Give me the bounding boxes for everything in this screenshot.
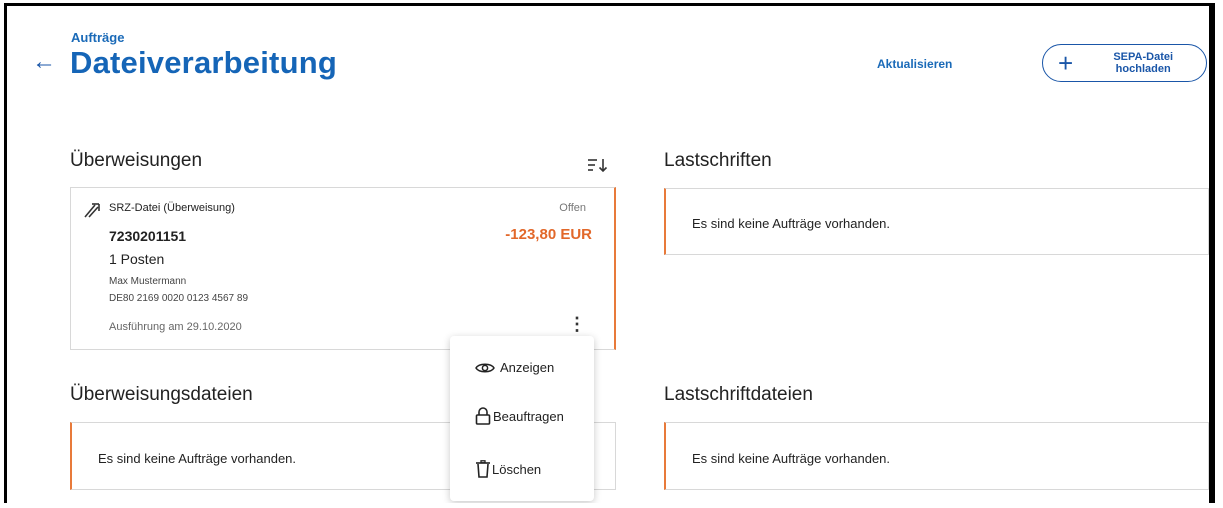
empty-message: Es sind keine Aufträge vorhanden. [98,451,297,466]
upload-label-line2: hochladen [1115,63,1171,75]
order-number: 7230201151 [109,228,187,244]
execution-date: Ausführung am 29.10.2020 [109,321,242,333]
empty-message: Es sind keine Aufträge vorhanden. [692,216,891,231]
page-title: Dateiverarbeitung [70,45,337,80]
account-holder: Max Mustermann [109,276,187,287]
direct-debits-empty-card: Es sind keine Aufträge vorhanden. [664,188,1209,255]
account-iban: DE80 2169 0020 0123 4567 89 [109,293,249,304]
more-options-icon[interactable]: ⋮ [568,315,586,333]
trash-icon [476,460,490,478]
status-badge: Offen [559,202,586,214]
menu-item-label: Anzeigen [500,360,555,375]
transfer-order-card[interactable]: SRZ-Datei (Überweisung) Offen 7230201151… [70,187,616,350]
transfers-heading: Überweisungen [70,150,203,171]
breadcrumb[interactable]: Aufträge [71,30,124,45]
menu-item-delete[interactable]: Löschen [475,460,541,478]
empty-message: Es sind keine Aufträge vorhanden. [692,451,891,466]
context-menu: Anzeigen Beauftragen Löschen [450,336,594,501]
upload-label-line1: SEPA-Datei [1113,51,1174,63]
menu-item-label: Löschen [492,461,542,477]
menu-item-label: Beauftragen [493,408,564,424]
debit-files-empty-card: Es sind keine Aufträge vorhanden. [664,422,1209,490]
sort-icon[interactable] [587,156,609,174]
app-window: ← Aufträge Dateiverarbeitung Aktualisier… [4,3,1215,503]
direct-debits-heading: Lastschriften [664,150,772,171]
transfer-file-icon [84,203,100,218]
menu-item-commission[interactable]: Beauftragen [475,407,564,425]
plus-icon: + [1058,48,1074,78]
order-amount: -123,80 EUR [505,226,592,243]
back-arrow-icon[interactable]: ← [32,50,56,74]
upload-button-label: SEPA-Datei hochladen [1113,51,1173,75]
upload-sepa-file-button[interactable]: + SEPA-Datei hochladen [1042,44,1207,82]
order-type: SRZ-Datei (Überweisung) [109,202,235,214]
refresh-button[interactable]: Aktualisieren [877,57,952,71]
lock-icon [475,407,491,425]
menu-item-view[interactable]: Anzeigen [475,360,554,375]
transfer-files-heading: Überweisungsdateien [70,384,253,405]
eye-icon [475,363,495,372]
debit-files-heading: Lastschriftdateien [664,384,813,405]
item-count: 1 Posten [109,251,165,267]
